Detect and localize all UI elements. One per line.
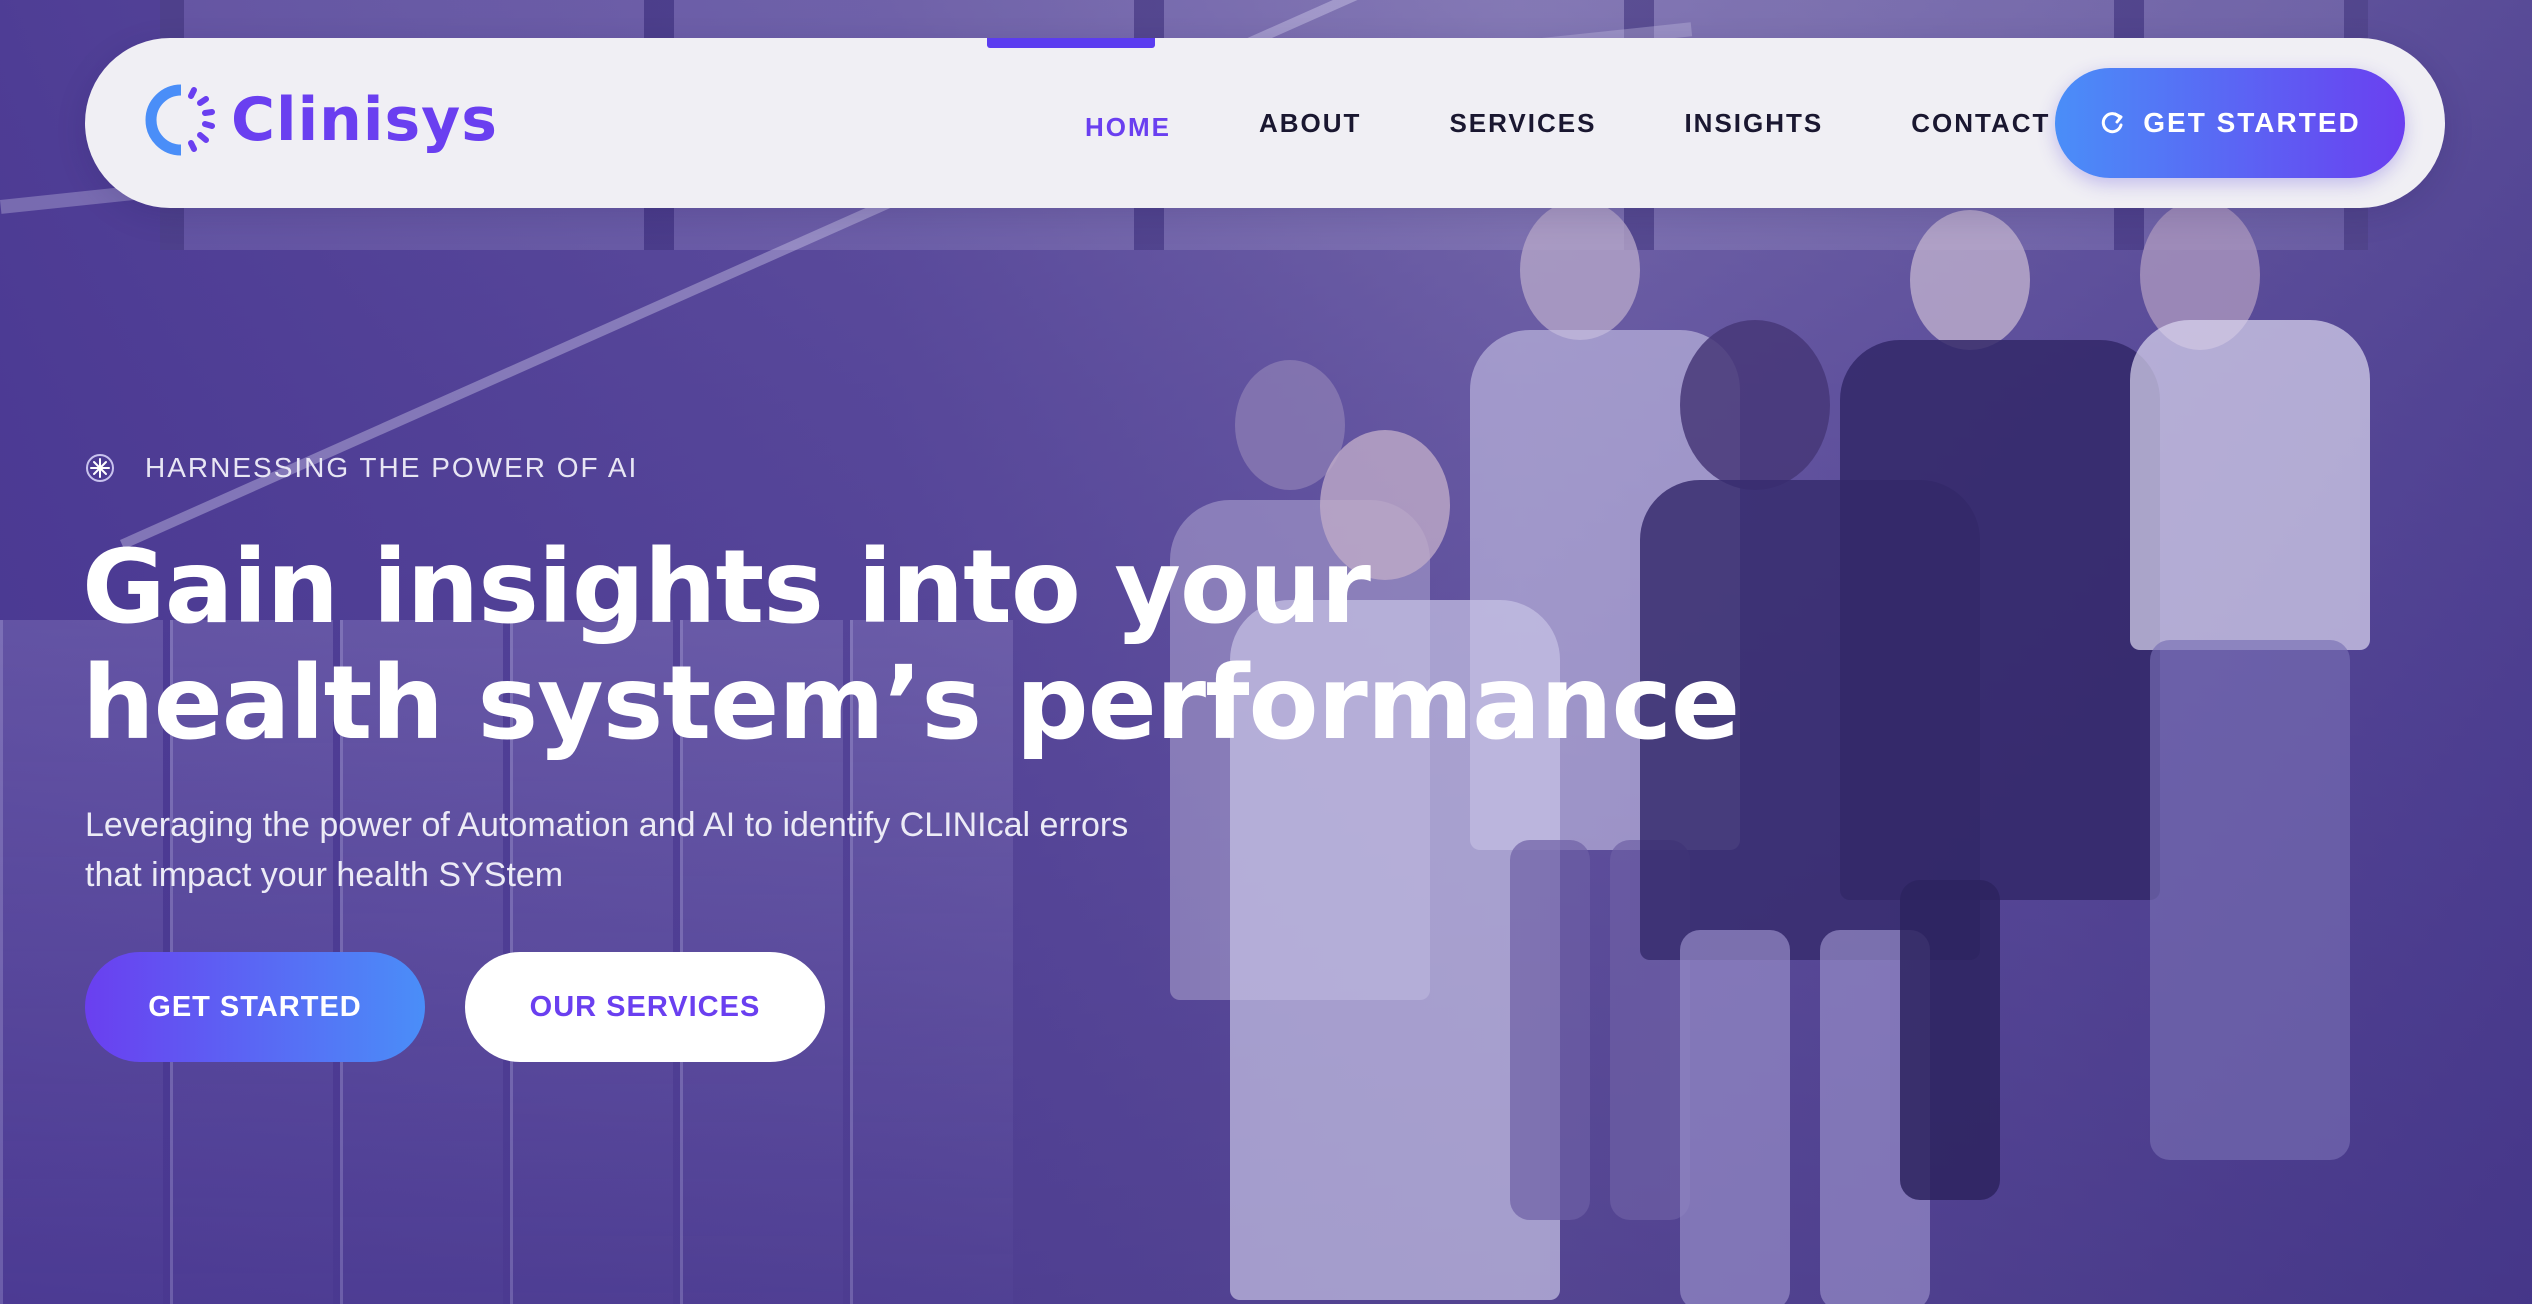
nav-item-home[interactable]: HOME — [1085, 112, 1171, 143]
hero-eyebrow: HARNESSING THE POWER OF AI — [85, 452, 638, 484]
hero-get-started-button[interactable]: GET STARTED — [85, 952, 425, 1062]
nav-item-contact[interactable]: CONTACT — [1911, 108, 2050, 139]
nav-menu: HOME ABOUT SERVICES INSIGHTS CONTACT — [1085, 38, 2138, 208]
nav-item-services[interactable]: SERVICES — [1449, 108, 1596, 139]
eyebrow-text: HARNESSING THE POWER OF AI — [145, 452, 639, 483]
top-navbar: Clinisys HOME ABOUT SERVICES INSIGHTS CO… — [85, 38, 2445, 208]
our-services-button[interactable]: OUR SERVICES — [465, 952, 825, 1062]
active-nav-indicator — [987, 38, 1155, 48]
subhead-line-2: that impact your health SYStem — [85, 856, 564, 894]
nav-item-insights[interactable]: INSIGHTS — [1684, 108, 1823, 139]
subhead-line-1: Leveraging the power of Automation and A… — [85, 806, 1129, 844]
brand-logo[interactable]: Clinisys — [145, 84, 498, 156]
headline-line-2: health system’s performance — [82, 644, 1740, 763]
spinner-ring-icon — [145, 84, 215, 156]
brand-name: Clinisys — [231, 85, 498, 155]
refresh-icon — [2102, 112, 2123, 134]
nav-cta-label: GET STARTED — [2143, 107, 2361, 138]
nav-item-about[interactable]: ABOUT — [1259, 108, 1361, 139]
headline-line-1: Gain insights into your — [82, 528, 1371, 647]
hero-subheadline: Leveraging the power of Automation and A… — [85, 800, 1285, 900]
hero-headline: Gain insights into your health system’s … — [82, 528, 1740, 763]
starburst-icon — [86, 454, 114, 482]
nav-get-started-button[interactable]: GET STARTED — [2055, 68, 2405, 178]
